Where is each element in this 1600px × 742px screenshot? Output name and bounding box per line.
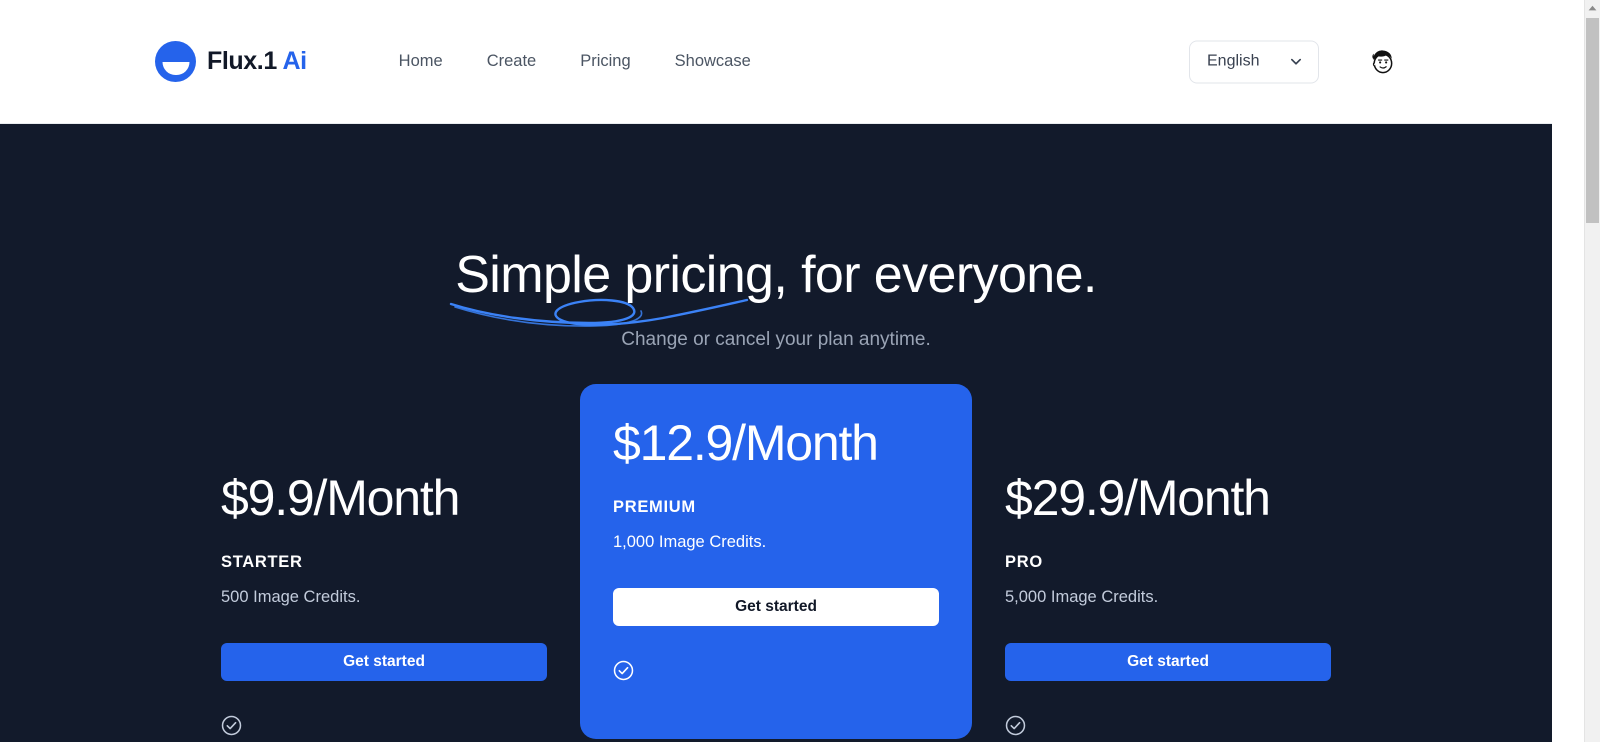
get-started-button-premium[interactable]: Get started — [613, 587, 939, 626]
pricing-section: Simple pricing, for everyone. Change or … — [0, 124, 1552, 742]
flux-circle-logo-icon — [155, 41, 196, 82]
check-circle-icon — [221, 715, 242, 735]
chevron-down-icon — [1290, 58, 1302, 65]
plan-price: $12.9/Month — [613, 415, 879, 472]
language-selector-value: English — [1207, 52, 1260, 70]
plan-price: $29.9/Month — [1005, 470, 1271, 527]
list-item — [221, 715, 547, 736]
plan-tier-name: PRO — [1005, 552, 1043, 571]
get-started-button-pro[interactable]: Get started — [1005, 642, 1331, 681]
page-viewport: Flux.1 Ai Home Create Pricing Showcase E… — [0, 0, 1552, 742]
brand-name: Flux.1 Ai — [207, 47, 307, 76]
header-right-controls: English — [1189, 40, 1397, 83]
hero-subtitle: Change or cancel your plan anytime. — [621, 329, 931, 351]
plan-tier-name: PREMIUM — [613, 497, 696, 516]
nav-item-showcase[interactable]: Showcase — [653, 44, 773, 79]
brand-logo-link[interactable]: Flux.1 Ai — [155, 41, 307, 82]
user-avatar-icon[interactable] — [1367, 47, 1397, 77]
plan-tier-name: STARTER — [221, 552, 303, 571]
pricing-card-premium: $12.9/Month PREMIUM 1,000 Image Credits.… — [580, 384, 972, 739]
hero-block: Simple pricing, for everyone. Change or … — [0, 246, 1552, 351]
plan-credits: 500 Image Credits. — [221, 587, 361, 606]
pricing-card-pro: $29.9/Month PRO 5,000 Image Credits. Get… — [972, 412, 1364, 742]
check-circle-icon — [613, 660, 634, 680]
site-header: Flux.1 Ai Home Create Pricing Showcase E… — [0, 0, 1552, 124]
scroll-up-arrow-icon[interactable] — [1585, 0, 1600, 16]
hero-title-wrap: Simple pricing, for everyone. — [450, 246, 1097, 327]
language-selector[interactable]: English — [1189, 40, 1319, 83]
nav-item-home[interactable]: Home — [377, 44, 465, 79]
plan-feature-list — [613, 660, 939, 681]
nav-item-create[interactable]: Create — [465, 44, 559, 79]
pricing-card-starter: $9.9/Month STARTER 500 Image Credits. Ge… — [188, 412, 580, 742]
get-started-button-starter[interactable]: Get started — [221, 642, 547, 681]
plan-feature-list — [221, 715, 547, 736]
pricing-card-row: $9.9/Month STARTER 500 Image Credits. Ge… — [0, 384, 1552, 742]
plan-feature-list — [1005, 715, 1331, 736]
page-title: Simple pricing, for everyone. — [455, 246, 1097, 304]
plan-price: $9.9/Month — [221, 470, 460, 527]
plan-credits: 1,000 Image Credits. — [613, 532, 767, 551]
scroll-up-arrow-glyph — [1588, 5, 1597, 11]
check-circle-icon — [1005, 715, 1026, 735]
list-item — [1005, 715, 1331, 736]
nav-item-pricing[interactable]: Pricing — [558, 44, 652, 79]
scrollbar-thumb[interactable] — [1586, 18, 1599, 223]
vertical-scrollbar[interactable] — [1584, 0, 1600, 742]
brand-name-main: Flux.1 — [207, 47, 277, 75]
brand-name-accent: Ai — [282, 47, 307, 75]
plan-credits: 5,000 Image Credits. — [1005, 587, 1159, 606]
list-item — [613, 660, 939, 681]
main-navigation: Home Create Pricing Showcase — [377, 44, 773, 79]
